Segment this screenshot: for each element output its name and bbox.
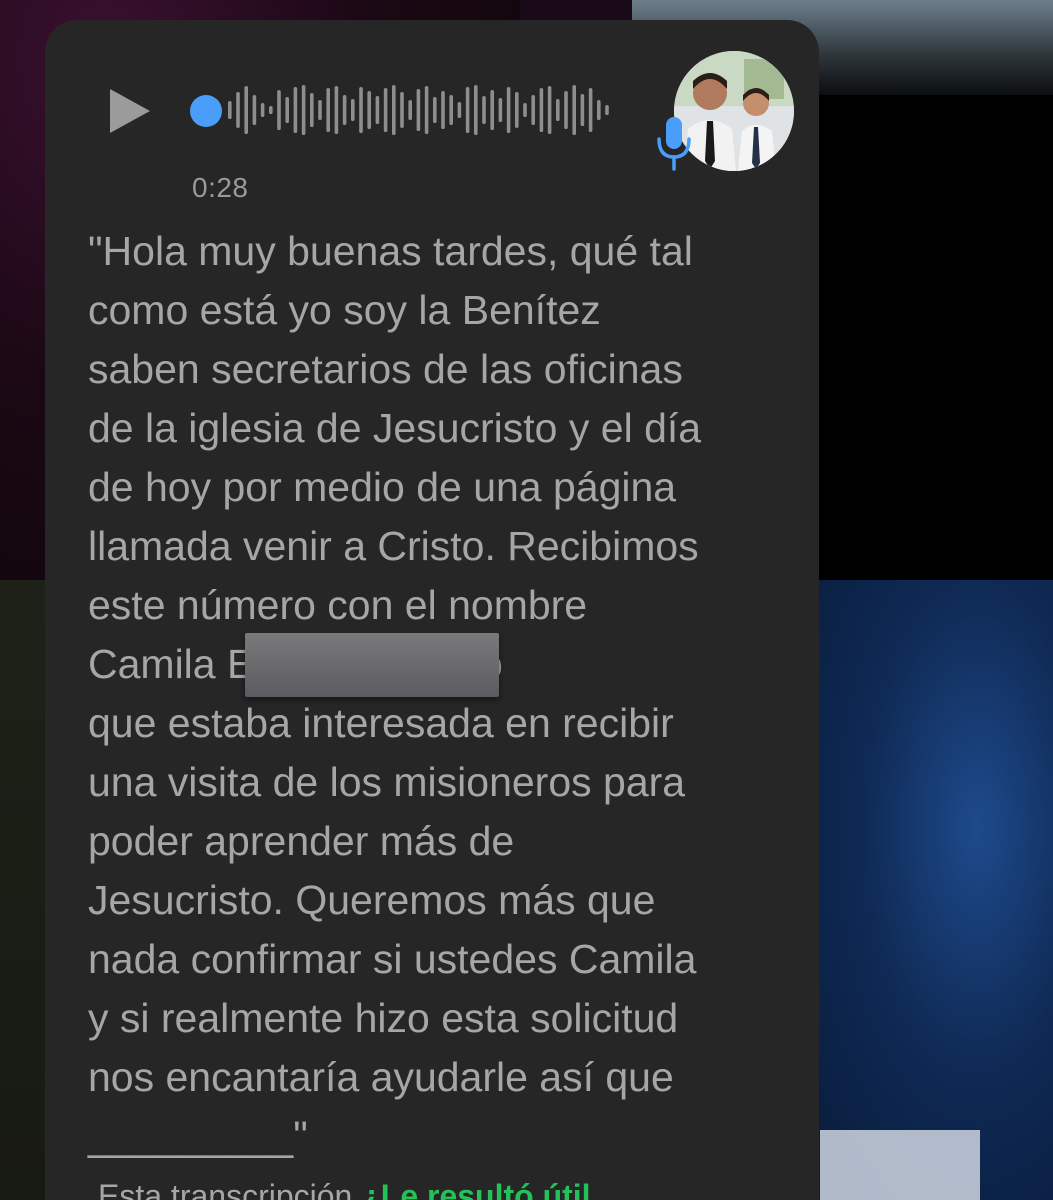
waveform-bar	[310, 93, 314, 127]
waveform-bar	[359, 87, 363, 133]
waveform-bar	[474, 85, 478, 135]
waveform-bar	[252, 95, 257, 125]
waveform-bar	[408, 100, 412, 120]
waveform-bar	[424, 86, 429, 134]
play-icon	[110, 89, 150, 133]
waveform-bar	[465, 87, 470, 133]
waveform-bar	[556, 99, 560, 121]
voice-waveform[interactable]	[190, 80, 620, 140]
waveform-bar	[457, 102, 462, 118]
waveform-bar	[277, 90, 281, 130]
transcript-feedback-label: Esta transcripción	[98, 1178, 353, 1200]
waveform-bar	[244, 86, 248, 134]
wallpaper	[520, 0, 632, 20]
waveform-bar	[236, 92, 240, 128]
waveform-bar	[597, 100, 601, 120]
waveform-bar	[400, 92, 404, 128]
waveform-bar	[433, 97, 437, 123]
waveform-bar	[367, 91, 371, 129]
waveform-bar	[482, 96, 486, 124]
wallpaper	[800, 95, 1053, 585]
waveform-bar	[334, 86, 339, 134]
waveform-bar	[260, 103, 265, 117]
waveform-bar	[326, 88, 330, 132]
waveform-bar	[342, 95, 347, 125]
waveform-bar	[301, 85, 306, 135]
waveform-bar	[318, 100, 322, 120]
waveform-bar	[515, 92, 519, 128]
waveform-bar	[605, 105, 609, 115]
voice-duration: 0:28	[192, 172, 249, 203]
wallpaper	[800, 580, 1053, 1200]
waveform-bar	[580, 94, 585, 126]
chat-screen: 0:28 "Hola muy buenas tardes, qué tal co…	[0, 0, 1053, 1200]
waveform-bar	[449, 95, 453, 125]
waveform-bar	[498, 98, 503, 122]
waveform-bar	[523, 103, 527, 117]
waveform-bar	[441, 91, 445, 129]
waveform-bar	[269, 106, 273, 114]
waveform-bar	[392, 85, 396, 135]
waveform-bar	[564, 91, 568, 129]
waveform-bar	[383, 88, 388, 132]
waveform-bar	[506, 87, 511, 133]
play-button[interactable]	[108, 88, 152, 134]
waveform-bar	[539, 88, 544, 132]
waveform-bar	[285, 97, 289, 123]
redaction-box	[245, 633, 499, 697]
transcript-feedback-row: Esta transcripción ¿Le resultó útil	[98, 1176, 798, 1200]
waveform-bar	[293, 87, 298, 133]
waveform-bar	[416, 89, 421, 131]
microphone-icon	[657, 117, 691, 171]
waveform-bar	[531, 95, 535, 125]
transcript-feedback-link[interactable]: ¿Le resultó útil	[361, 1178, 590, 1200]
waveform-bar	[572, 85, 576, 135]
waveform-bar	[547, 86, 552, 134]
waveform-bar	[351, 99, 355, 121]
wallpaper	[820, 1130, 980, 1200]
waveform-bar	[490, 90, 494, 130]
waveform-bar	[375, 96, 380, 124]
playback-scrubber[interactable]	[190, 95, 222, 127]
waveform-bar	[228, 101, 232, 119]
waveform-bar	[588, 88, 593, 132]
